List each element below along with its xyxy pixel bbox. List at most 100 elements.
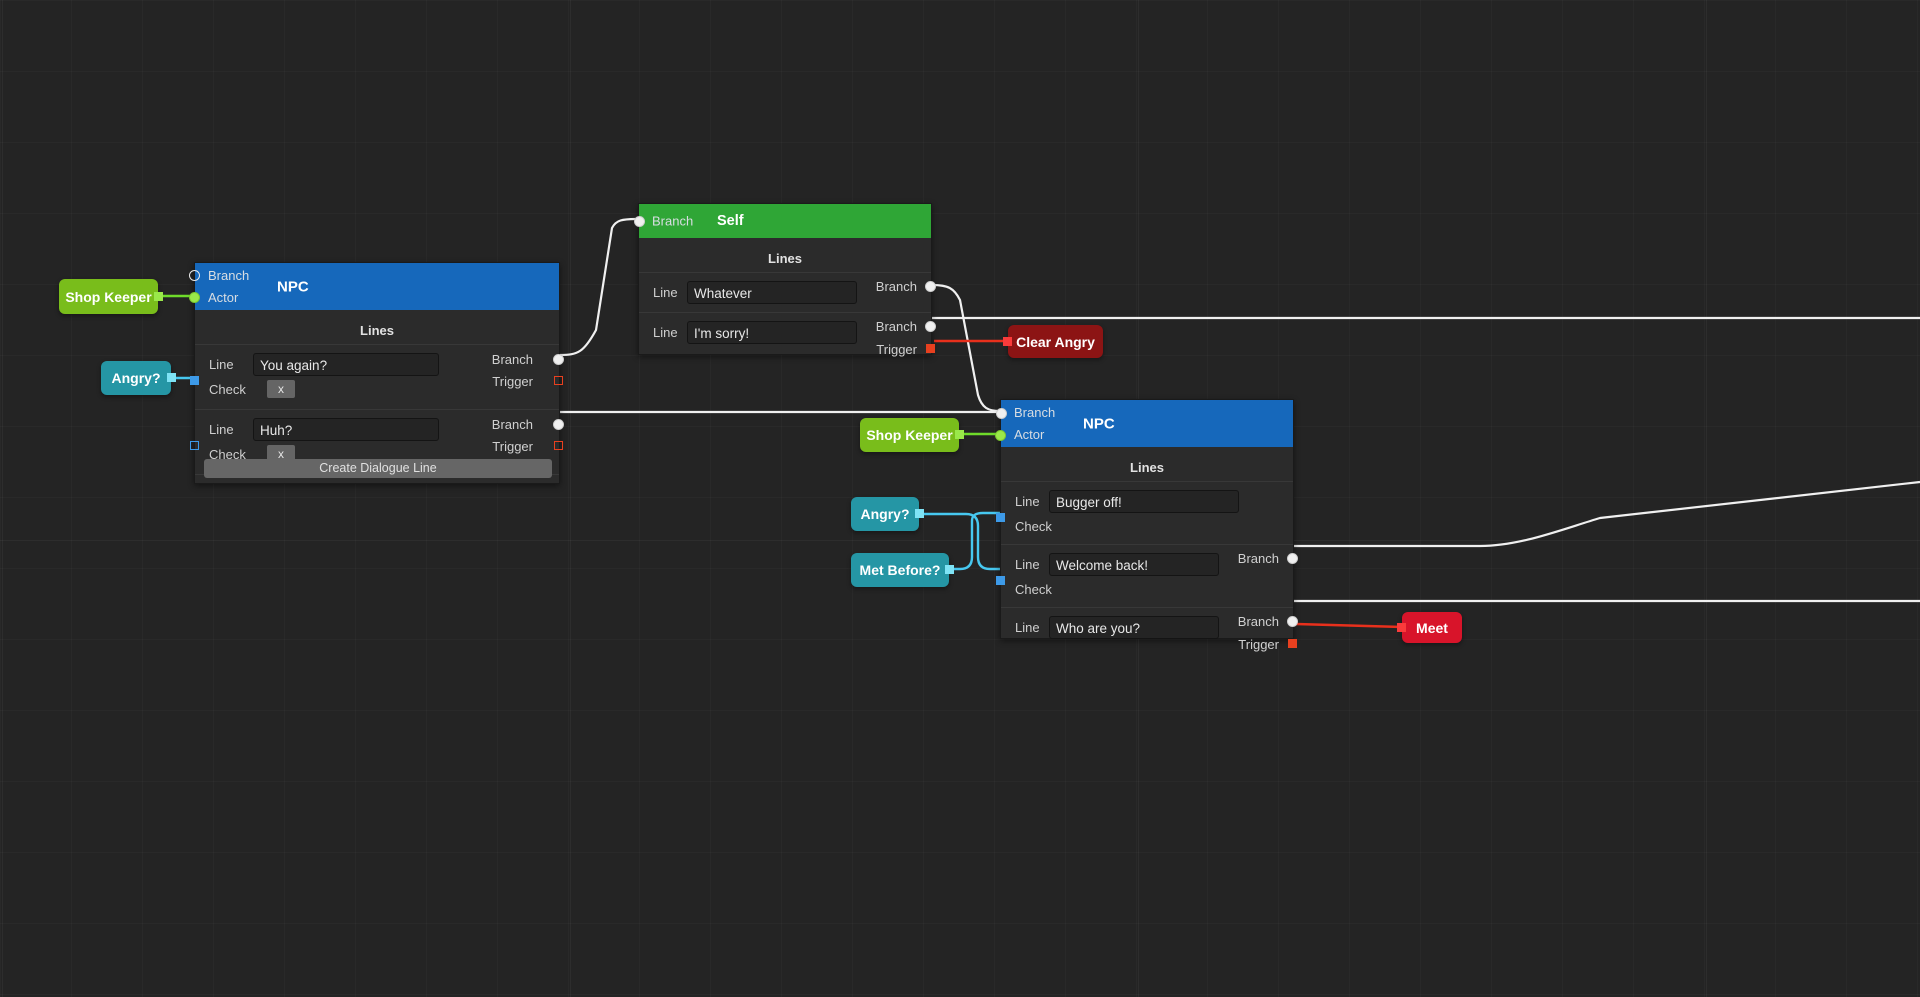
branch-out-label: Branch	[491, 352, 533, 367]
line-label: Line	[209, 356, 234, 372]
trigger-node-clear-angry[interactable]: Clear Angry	[1003, 325, 1103, 358]
check-in-port[interactable]	[996, 513, 1005, 522]
lines-section-title: Lines	[768, 251, 802, 266]
branch-out-port[interactable]	[1287, 616, 1298, 627]
npc-node-title: NPC	[1083, 415, 1115, 432]
trigger-node-meet[interactable]: Meet	[1397, 612, 1462, 643]
condition-node-met-before[interactable]: Met Before?	[851, 553, 954, 587]
actor-out-port[interactable]	[955, 430, 964, 439]
branch-in-label: Branch	[208, 268, 250, 283]
self-branch-node[interactable]: Branch Self Lines Line Whatever Branch L…	[634, 203, 936, 357]
trigger-out-label: Trigger	[876, 342, 917, 357]
npc-node-header[interactable]: Branch Actor NPC	[189, 263, 559, 310]
actor-node-shop-keeper-left[interactable]: Shop Keeper	[59, 279, 163, 314]
line-input[interactable]: You again?	[253, 352, 439, 376]
actor-node-label: Shop Keeper	[866, 427, 953, 443]
actor-in-port[interactable]	[995, 430, 1006, 441]
branch-out-port[interactable]	[925, 281, 936, 292]
wire-check-met-before	[949, 511, 1002, 571]
line-input[interactable]: Huh?	[253, 417, 439, 441]
line-row: Line Who are you? Branch Trigger	[1001, 608, 1298, 668]
line-row: Line Whatever Branch	[639, 273, 936, 312]
lines-section-title: Lines	[1130, 460, 1164, 475]
branch-in-port[interactable]	[634, 216, 645, 227]
trigger-in-port[interactable]	[1397, 623, 1406, 632]
check-field-row: Check	[1001, 577, 1293, 601]
create-dialogue-line-button[interactable]: Create Dialogue Line	[204, 459, 552, 478]
trigger-in-port[interactable]	[1003, 337, 1012, 346]
condition-node-angry-left[interactable]: Angry?	[101, 361, 176, 395]
wire-branch-left-to-self	[559, 217, 639, 357]
line-input[interactable]: Whatever	[687, 280, 857, 304]
line-label: Line	[209, 421, 234, 437]
line-label: Line	[1015, 493, 1040, 509]
wire-npcright-trigger	[1295, 622, 1403, 629]
actor-in-port[interactable]	[189, 292, 200, 303]
actor-in-label: Actor	[208, 290, 239, 305]
node-graph-canvas[interactable]: Shop Keeper Angry? Branch Actor NPC Line…	[0, 0, 1920, 997]
check-in-port[interactable]	[996, 576, 1005, 585]
trigger-node-label: Clear Angry	[1016, 333, 1095, 350]
trigger-node-label: Meet	[1416, 619, 1448, 636]
line-row: Line I'm sorry! Branch Trigger	[639, 313, 936, 374]
branch-out-port[interactable]	[925, 321, 936, 332]
self-branch-title: Self	[717, 213, 744, 229]
branch-out-label: Branch	[875, 279, 917, 294]
line-input[interactable]: Bugger off!	[1049, 489, 1239, 513]
line-input[interactable]: Who are you?	[1049, 615, 1219, 639]
check-in-port[interactable]	[190, 376, 199, 385]
line-label: Line	[653, 324, 678, 340]
branch-out-label: Branch	[491, 417, 533, 432]
line-row: Line Welcome back! Check Branch	[996, 545, 1298, 607]
condition-out-port[interactable]	[915, 509, 924, 518]
line-input[interactable]: Welcome back!	[1049, 552, 1219, 576]
wire-self-branch1	[931, 283, 1001, 413]
trigger-out-label: Trigger	[1238, 637, 1279, 652]
actor-out-port[interactable]	[154, 292, 163, 301]
trigger-out-label: Trigger	[492, 439, 533, 454]
condition-node-angry-right[interactable]: Angry?	[851, 497, 924, 531]
condition-node-label: Angry?	[111, 370, 161, 386]
npc-node-header[interactable]: Branch Actor NPC	[995, 400, 1293, 447]
branch-out-port[interactable]	[553, 354, 564, 365]
line-label: Line	[1015, 556, 1040, 572]
branch-in-label: Branch	[652, 213, 694, 229]
actor-node-shop-keeper-right[interactable]: Shop Keeper	[860, 418, 964, 452]
actor-node-label: Shop Keeper	[65, 288, 152, 305]
trigger-out-port[interactable]	[554, 441, 563, 450]
check-label: Check	[1015, 581, 1052, 597]
check-remove-button[interactable]: x	[267, 380, 295, 398]
branch-out-label: Branch	[875, 319, 917, 334]
line-input[interactable]: I'm sorry!	[687, 320, 857, 344]
npc-node-right[interactable]: Branch Actor NPC Lines Line Bugger off! …	[995, 399, 1298, 652]
condition-node-label: Angry?	[860, 506, 910, 522]
line-row: Line You again? Check x Branch Trigger	[190, 345, 564, 409]
wire-layer	[158, 217, 1920, 629]
line-row: Line Bugger off! Check	[996, 482, 1293, 544]
trigger-out-port[interactable]	[1288, 639, 1297, 648]
branch-out-port[interactable]	[1287, 553, 1298, 564]
branch-in-label: Branch	[1014, 405, 1056, 420]
check-label: Check	[1015, 518, 1052, 534]
trigger-out-port[interactable]	[554, 376, 563, 385]
branch-in-port[interactable]	[996, 408, 1007, 419]
branch-in-port[interactable]	[189, 270, 200, 281]
self-branch-header[interactable]: Branch Self	[634, 204, 931, 238]
actor-in-label: Actor	[1014, 427, 1045, 442]
trigger-out-port[interactable]	[926, 344, 935, 353]
condition-out-port[interactable]	[945, 565, 954, 574]
check-field-row: Check	[1001, 514, 1293, 538]
branch-out-port[interactable]	[553, 419, 564, 430]
wire-npcright-branch1	[1294, 480, 1920, 548]
trigger-out-label: Trigger	[492, 374, 533, 389]
branch-out-label: Branch	[1237, 614, 1279, 629]
check-in-port[interactable]	[190, 441, 199, 450]
lines-section-title: Lines	[360, 323, 394, 338]
npc-node-left[interactable]: Branch Actor NPC Lines Line You again? C…	[189, 262, 564, 484]
line-label: Line	[653, 284, 678, 300]
branch-out-label: Branch	[1237, 551, 1279, 566]
condition-out-port[interactable]	[167, 373, 176, 382]
line-field-row: Line Bugger off!	[1001, 488, 1293, 514]
line-label: Line	[1015, 619, 1040, 635]
condition-node-label: Met Before?	[859, 562, 941, 578]
